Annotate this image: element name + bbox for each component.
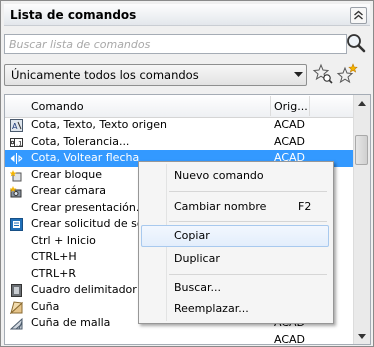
star-search-icon <box>312 63 333 84</box>
flip-arrow-icon <box>10 152 23 165</box>
column-header-command[interactable]: Comando <box>31 100 84 113</box>
menu-item-rename[interactable]: Cambiar nombre F2 <box>141 196 329 218</box>
command-list-panel: Lista de comandos Únicamente todos los c… <box>0 0 374 347</box>
search-button[interactable] <box>345 32 367 54</box>
mesh-wedge-icon <box>9 317 23 330</box>
menu-item-find[interactable]: Buscar... <box>141 277 329 299</box>
command-origin: ACAD <box>274 332 306 345</box>
search-input[interactable] <box>4 34 347 54</box>
scroll-thumb[interactable] <box>355 135 368 165</box>
table-row[interactable]: A Cota, Texto, Texto origen ACAD <box>5 117 354 134</box>
context-menu: Nuevo comando Cambiar nombre F2 Copiar D… <box>138 161 334 324</box>
command-filter-dropdown[interactable]: Únicamente todos los comandos <box>4 64 307 86</box>
command-name: Crear bloque <box>31 167 102 181</box>
command-name: Cota, Voltear flecha <box>31 151 140 164</box>
command-name: Cuña <box>31 299 60 313</box>
list-header: Comando Orig... <box>5 95 354 118</box>
menu-item-replace[interactable]: Reemplazar... <box>141 298 329 320</box>
menu-item-duplicate[interactable]: Duplicar <box>141 248 329 270</box>
arrow-down-icon <box>358 333 366 339</box>
tolerance-icon: .1 <box>10 136 23 149</box>
table-row[interactable]: .1 Cota, Tolerancia... ACAD <box>5 134 354 151</box>
camera-icon <box>9 185 23 198</box>
search-favorite-button[interactable] <box>312 63 334 85</box>
wedge-icon <box>9 300 24 315</box>
panel-title: Lista de comandos <box>10 8 137 22</box>
command-name: Cota, Tolerancia... <box>31 134 130 148</box>
dropdown-arrow-icon <box>291 65 306 85</box>
svg-text:.1: .1 <box>16 139 22 147</box>
command-name: Crear presentación... <box>31 200 147 214</box>
support-request-icon <box>10 218 23 231</box>
command-name: Crear cámara <box>31 184 106 197</box>
double-chevron-up-icon <box>354 10 363 20</box>
arrow-up-icon <box>358 100 366 106</box>
filter-selected-value: Únicamente todos los comandos <box>11 68 199 82</box>
command-name: Cota, Texto, Texto origen <box>31 118 167 131</box>
command-name: CTRL+R <box>31 266 77 280</box>
create-block-icon <box>9 169 23 182</box>
star-new-icon <box>336 63 358 84</box>
command-name: CTRL+H <box>31 250 77 263</box>
column-header-origin[interactable]: Orig... <box>274 100 308 113</box>
command-name: Ctrl + Inicio <box>31 233 96 247</box>
menu-item-new-command[interactable]: Nuevo comando <box>141 165 329 187</box>
new-command-button[interactable] <box>336 63 358 85</box>
command-origin: ACAD <box>274 134 306 148</box>
menu-item-copy[interactable]: Copiar <box>141 225 329 247</box>
scroll-down-button[interactable] <box>354 328 370 344</box>
menu-shortcut: F2 <box>298 200 312 213</box>
dimension-text-icon: A <box>10 119 23 132</box>
scroll-up-button[interactable] <box>354 95 370 111</box>
command-name: Cuña de malla <box>31 316 111 329</box>
bounding-box-icon <box>10 284 23 297</box>
table-row[interactable]: ACAD <box>5 332 354 345</box>
svg-text:A: A <box>12 122 18 131</box>
command-origin: ACAD <box>274 118 306 131</box>
panel-header: Lista de comandos <box>4 4 370 26</box>
magnifier-icon <box>347 34 366 53</box>
vertical-scrollbar[interactable] <box>353 95 370 344</box>
collapse-button[interactable] <box>350 7 367 24</box>
